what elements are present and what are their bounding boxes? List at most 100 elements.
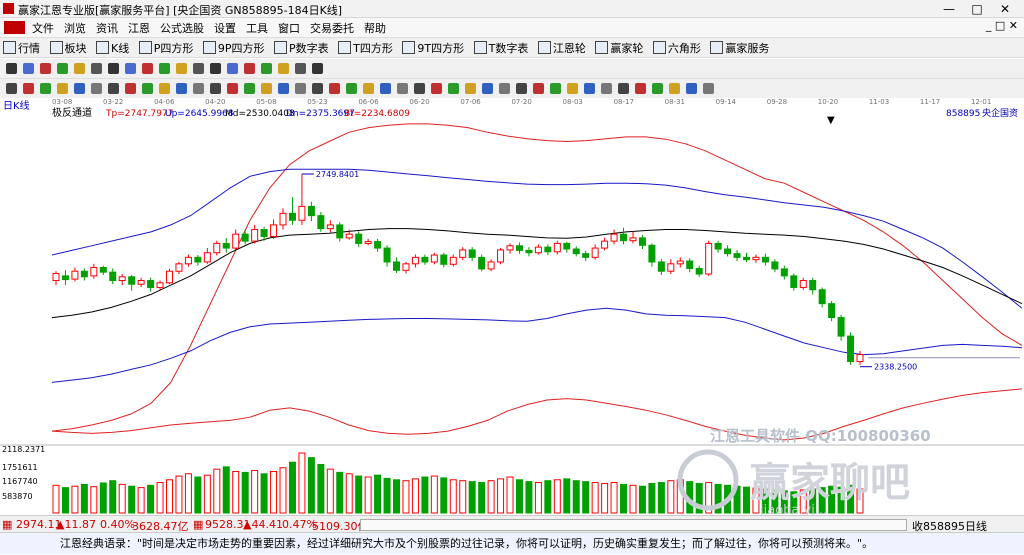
toolbar-icon[interactable] xyxy=(550,83,561,94)
toolbar-icon[interactable] xyxy=(74,63,85,74)
close-button[interactable]: ✕ xyxy=(990,1,1020,17)
toolbar-icon[interactable] xyxy=(6,63,17,74)
candle-body xyxy=(790,275,798,288)
toolbar-icon[interactable] xyxy=(74,83,85,94)
toolbar-icon[interactable] xyxy=(397,83,408,94)
volume-bar xyxy=(402,480,410,514)
toolbar-icon[interactable] xyxy=(159,83,170,94)
toolbar-icon[interactable] xyxy=(227,63,238,74)
menu-file[interactable]: 文件 xyxy=(27,18,59,36)
toolbar-icon[interactable] xyxy=(6,83,17,94)
candle-body xyxy=(686,260,694,269)
t-square-icon xyxy=(338,41,352,54)
maximize-button[interactable]: □ xyxy=(962,1,992,17)
toolbar-icon[interactable] xyxy=(465,83,476,94)
toolbar-icon[interactable] xyxy=(91,63,102,74)
toolbar-icon[interactable] xyxy=(380,83,391,94)
toolbar-icon[interactable] xyxy=(703,83,714,94)
toolbar-icon[interactable] xyxy=(669,83,680,94)
menu-gann[interactable]: 江恩 xyxy=(123,18,155,36)
toolbar-icon[interactable] xyxy=(261,63,272,74)
toolbar-icon[interactable] xyxy=(125,83,136,94)
tool-9p-square[interactable]: 9P四方形 xyxy=(200,40,268,57)
toolbar-icon[interactable] xyxy=(482,83,493,94)
tool-t-square[interactable]: T四方形 xyxy=(335,40,396,57)
volume-bar xyxy=(478,482,486,514)
toolbar-icon[interactable] xyxy=(40,83,51,94)
toolbar-icon[interactable] xyxy=(278,63,289,74)
toolbar-icon[interactable] xyxy=(159,63,170,74)
mdi-controls[interactable]: _ □ ✕ xyxy=(986,19,1018,32)
toolbar-icon[interactable] xyxy=(635,83,646,94)
toolbar-icon[interactable] xyxy=(414,83,425,94)
toolbar-icon[interactable] xyxy=(176,83,187,94)
toolbar-icon[interactable] xyxy=(57,63,68,74)
toolbar-icon[interactable] xyxy=(295,63,306,74)
toolbar-icon[interactable] xyxy=(686,83,697,94)
toolbar-icon[interactable] xyxy=(193,63,204,74)
toolbar-icon[interactable] xyxy=(312,83,323,94)
toolbar-icon[interactable] xyxy=(448,83,459,94)
tool-t-table[interactable]: T数字表 xyxy=(471,40,532,57)
menu-tools[interactable]: 工具 xyxy=(241,18,273,36)
tool-sector[interactable]: 板块 xyxy=(47,40,90,57)
toolbar-icon[interactable] xyxy=(244,63,255,74)
tool-9t-square[interactable]: 9T四方形 xyxy=(399,40,467,57)
toolbar-icon[interactable] xyxy=(193,83,204,94)
status-scroll-track[interactable] xyxy=(360,519,907,531)
menu-browse[interactable]: 浏览 xyxy=(59,18,91,36)
toolbar-icon[interactable] xyxy=(278,83,289,94)
toolbar-icon[interactable] xyxy=(516,83,527,94)
tool-p-table[interactable]: P数字表 xyxy=(271,40,332,57)
toolbar-icon[interactable] xyxy=(346,83,357,94)
toolbar-icon[interactable] xyxy=(108,63,119,74)
volume-axis-label: 1751611 xyxy=(2,463,38,472)
toolbar-icon[interactable] xyxy=(584,83,595,94)
menu-help[interactable]: 帮助 xyxy=(359,18,391,36)
toolbar-icon[interactable] xyxy=(142,83,153,94)
toolbar-icon[interactable] xyxy=(261,83,272,94)
toolbar-icon[interactable] xyxy=(108,83,119,94)
toolbar-icon[interactable] xyxy=(210,63,221,74)
tool-quotes[interactable]: 行情 xyxy=(0,40,43,57)
toolbar-icon[interactable] xyxy=(533,83,544,94)
toolbar-icon[interactable] xyxy=(91,83,102,94)
toolbar-icon[interactable] xyxy=(567,83,578,94)
toolbar-icon[interactable] xyxy=(142,63,153,74)
tool-winner-wheel[interactable]: 赢家轮 xyxy=(592,40,646,57)
volume-bar xyxy=(99,482,107,514)
toolbar-icon[interactable] xyxy=(329,83,340,94)
menu-settings[interactable]: 设置 xyxy=(209,18,241,36)
tool-hexagon[interactable]: 六角形 xyxy=(650,40,704,57)
toolbar-icon[interactable] xyxy=(601,83,612,94)
tool-p-square[interactable]: P四方形 xyxy=(136,40,197,57)
minimize-button[interactable]: — xyxy=(934,1,964,17)
toolbar-icon[interactable] xyxy=(57,83,68,94)
toolbar-icon[interactable] xyxy=(227,83,238,94)
tool-gann-wheel[interactable]: 江恩轮 xyxy=(535,40,589,57)
toolbar-icon[interactable] xyxy=(125,63,136,74)
tool-service[interactable]: 赢家服务 xyxy=(707,40,772,57)
toolbar-icon[interactable] xyxy=(652,83,663,94)
volume-bar xyxy=(166,479,174,514)
toolbar-icon[interactable] xyxy=(618,83,629,94)
menu-info[interactable]: 资讯 xyxy=(91,18,123,36)
toolbar-icon[interactable] xyxy=(244,83,255,94)
toolbar-icon[interactable] xyxy=(363,83,374,94)
toolbar-icon[interactable] xyxy=(40,63,51,74)
menu-trade[interactable]: 交易委托 xyxy=(305,18,359,36)
toolbar-icon[interactable] xyxy=(210,83,221,94)
dropdown-arrow-icon[interactable]: ▼ xyxy=(827,115,835,126)
menu-window[interactable]: 窗口 xyxy=(273,18,305,36)
kline-chart[interactable]: 03-08 03-22 04-06 04-20 05-08 05-23 06-06 06-20… xyxy=(0,98,1024,515)
toolbar-icon[interactable] xyxy=(499,83,510,94)
menu-formula[interactable]: 公式选股 xyxy=(155,18,209,36)
toolbar-icon[interactable] xyxy=(312,63,323,74)
toolbar-icon[interactable] xyxy=(23,83,34,94)
toolbar-icon[interactable] xyxy=(176,63,187,74)
toolbar-icon[interactable] xyxy=(295,83,306,94)
toolbar-icon[interactable] xyxy=(431,83,442,94)
toolbar-icon[interactable] xyxy=(23,63,34,74)
tool-kline[interactable]: K线 xyxy=(93,40,132,57)
index1-value[interactable]: 2974.11 xyxy=(16,518,62,531)
